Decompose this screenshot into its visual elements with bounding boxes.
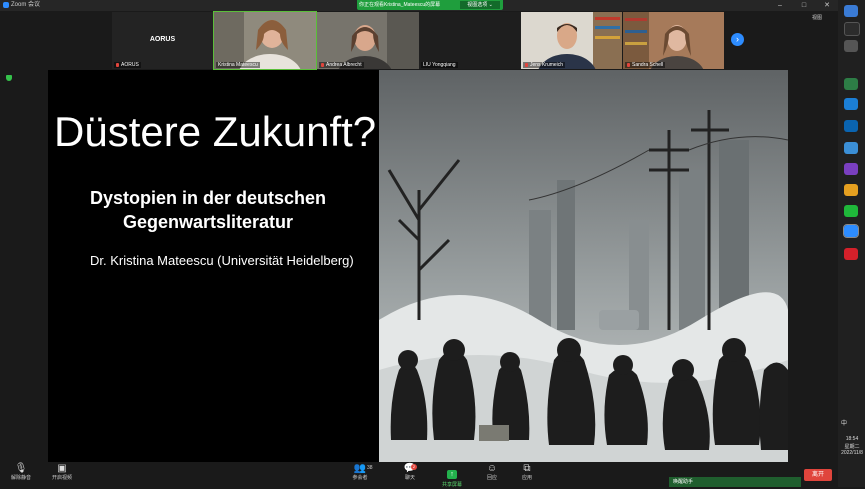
system-taskbar <box>838 0 865 487</box>
participant-tile[interactable]: AORUS AORUS <box>112 12 213 69</box>
participant-video <box>317 12 419 69</box>
participant-video <box>623 12 724 69</box>
slide-illustration <box>379 70 788 462</box>
participant-tile[interactable]: Sandra Schell <box>623 12 724 69</box>
clock-weekday[interactable]: 星期二 <box>841 443 863 450</box>
wechat-icon[interactable] <box>844 205 858 217</box>
apps-button[interactable]: ⧉ 应用 <box>511 463 543 482</box>
windows-start-icon[interactable] <box>844 5 858 17</box>
video-off-icon: ▣ <box>57 463 67 474</box>
slide-author: Dr. Kristina Mateescu (Universität Heide… <box>90 253 354 268</box>
clock-date[interactable]: 2022/11/8 <box>839 450 865 456</box>
edge-icon[interactable] <box>844 98 858 110</box>
participant-name: Jens Krumeich <box>523 62 566 68</box>
helper-bar[interactable]: 唤醒助手 <box>669 477 801 487</box>
share-screen-icon: ↑ <box>447 470 457 479</box>
start-video-button[interactable]: ▣ 开启视频 <box>46 463 78 482</box>
next-page-button[interactable]: › <box>731 33 744 46</box>
participant-name: Andrea Albrecht <box>319 62 364 68</box>
chat-button[interactable]: 💬 聊天 <box>394 463 426 482</box>
app-taskbar-icon[interactable] <box>844 248 858 260</box>
apps-icon: ⧉ <box>523 463 531 474</box>
mic-muted-icon <box>321 62 324 67</box>
participant-video <box>214 12 316 69</box>
view-options-button[interactable]: 视图选项 ⌄ <box>460 1 500 9</box>
shared-screen: Düstere Zukunft? Dystopien in der deutsc… <box>48 70 788 462</box>
zoom-logo-icon <box>3 2 9 8</box>
minimize-button[interactable]: – <box>773 0 787 11</box>
smiley-icon: ☺ <box>486 463 498 474</box>
leave-button[interactable]: 离开 <box>804 469 832 481</box>
participant-tile[interactable]: Kristina Mateescu <box>213 11 317 70</box>
chat-unread-badge: 2 <box>411 464 417 470</box>
participant-tile[interactable]: Andrea Albrecht <box>317 12 419 69</box>
slide-subtitle: Dystopien in der deutschen Gegenwartslit… <box>89 188 327 232</box>
outlook-icon[interactable] <box>844 120 858 132</box>
participant-tile[interactable]: Jens Krumeich <box>521 12 622 69</box>
share-banner-text: 你正在观看Kristina_Mateescu的屏幕 <box>359 2 441 8</box>
zoom-taskbar-icon[interactable] <box>843 224 859 238</box>
slide-title: Düstere Zukunft? <box>54 108 377 155</box>
maximize-button[interactable]: □ <box>797 0 811 11</box>
mic-muted-icon <box>116 62 119 67</box>
search-icon[interactable] <box>844 22 860 36</box>
helper-label: 唤醒助手 <box>673 479 694 485</box>
chrome-icon[interactable] <box>844 184 858 196</box>
microphone-muted-icon: 🎙 <box>14 463 28 474</box>
mic-muted-icon <box>525 62 528 67</box>
mic-muted-icon <box>627 62 630 67</box>
participant-video <box>521 12 622 69</box>
participant-tile[interactable]: LIU Yongqiang <box>419 12 521 69</box>
participant-name: AORUS <box>114 62 141 68</box>
unmute-button[interactable]: 🎙 解除静音 <box>5 463 37 482</box>
browser-icon[interactable] <box>844 142 858 154</box>
task-view-icon[interactable] <box>844 40 858 52</box>
close-button[interactable]: ✕ <box>820 0 834 11</box>
participant-name: Kristina Mateescu <box>216 62 260 68</box>
participant-name: Sandra Schell <box>625 62 666 68</box>
chat-icon: 💬 <box>403 463 417 474</box>
share-screen-button[interactable]: ↑ 共享屏幕 <box>436 463 468 489</box>
participant-display-name: AORUS <box>149 36 176 43</box>
onenote-icon[interactable] <box>844 163 858 175</box>
clock-time[interactable]: 18:54 <box>841 436 863 442</box>
security-shield-icon[interactable] <box>6 75 12 81</box>
view-toggle[interactable]: 视图 <box>812 14 822 21</box>
window-title: Zoom 会议 <box>11 2 41 8</box>
input-method-indicator[interactable]: 中 <box>841 418 847 427</box>
participant-name: LIU Yongqiang <box>421 62 458 68</box>
store-icon[interactable] <box>844 78 858 90</box>
reactions-button[interactable]: ☺ 回应 <box>476 463 508 482</box>
share-banner: 你正在观看Kristina_Mateescu的屏幕 视图选项 ⌄ <box>357 0 503 10</box>
participants-count: 38 <box>367 465 373 471</box>
